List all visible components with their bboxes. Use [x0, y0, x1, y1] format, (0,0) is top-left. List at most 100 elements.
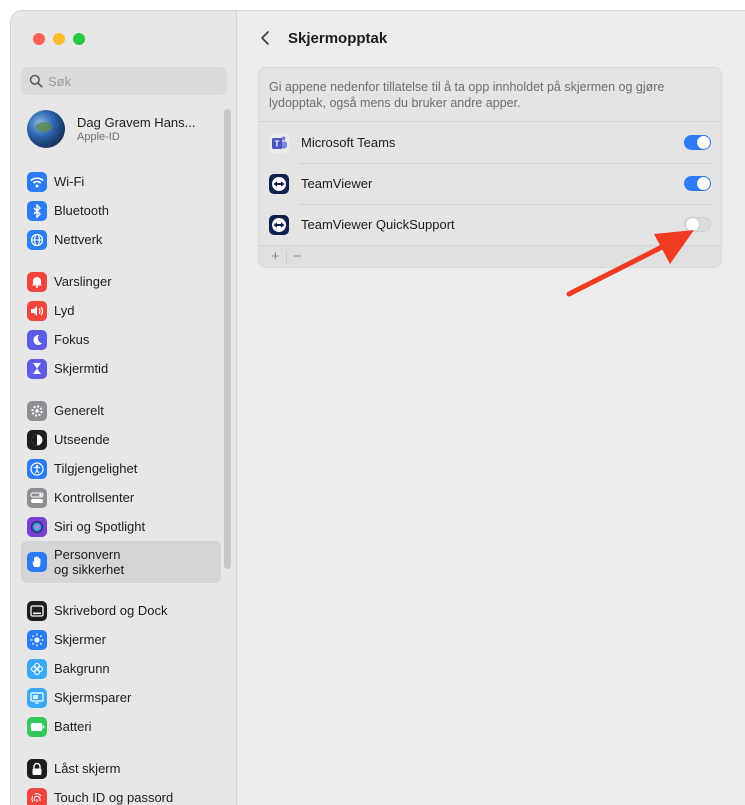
hand-icon — [27, 552, 47, 572]
sidebar-item-siri-og-spotlight[interactable]: Siri og Spotlight — [21, 512, 221, 541]
moon-icon — [27, 329, 47, 350]
app-list: T Microsoft Teams TeamViewer TeamViewer Qui… — [259, 122, 721, 245]
sidebar-item-label: Tilgjengelighet — [54, 461, 138, 476]
sidebar-item-touch-id-og-passord[interactable]: Touch ID og passord — [21, 783, 221, 805]
sidebar-item-label: Touch ID og passord — [54, 790, 174, 805]
sidebar-item-skrivebord-og-dock[interactable]: Skrivebord og Dock — [21, 596, 221, 625]
sidebar-item-tilgjengelighet[interactable]: Tilgjengelighet — [21, 454, 221, 483]
siri-icon — [27, 516, 47, 537]
sidebar-group: Wi-Fi Bluetooth Nettverk — [21, 167, 221, 254]
sidebar-item-label: Utseende — [54, 432, 110, 447]
page-header: Skjermopptak — [258, 29, 387, 47]
settings-window: Dag Gravem Hans... Apple-ID Wi-Fi Bluetoo… — [10, 10, 745, 805]
close-window-button[interactable] — [33, 33, 45, 45]
add-app-button[interactable]: + — [265, 248, 286, 265]
annotation-arrow — [566, 230, 694, 297]
app-name: Microsoft Teams — [301, 135, 396, 150]
sidebar-item-skjermsparer[interactable]: Skjermsparer — [21, 683, 221, 712]
page-title: Skjermopptak — [288, 29, 388, 47]
zoom-window-button[interactable] — [73, 33, 85, 45]
svg-text:T: T — [275, 139, 280, 148]
teamviewer-icon — [269, 173, 289, 194]
sidebar-item-batteri[interactable]: Batteri — [21, 712, 221, 741]
app-name: TeamViewer — [301, 176, 373, 191]
main-pane: Skjermopptak Gi appene nedenfor tillatel… — [238, 11, 745, 805]
minimize-window-button[interactable] — [53, 33, 65, 45]
fingerprint-icon — [27, 787, 47, 805]
panel-description: Gi appene nedenfor tillatelse til å ta o… — [259, 68, 721, 122]
sidebar-group: Generelt Utseende Tilgjengelighet Kontrolls… — [21, 396, 221, 583]
sidebar-item-label: Lyd — [54, 303, 75, 318]
sidebar-item-label: Låst skjerm — [54, 761, 121, 776]
hourglass-icon — [27, 358, 47, 379]
search-field[interactable] — [21, 67, 227, 95]
sidebar-item-label: Batteri — [54, 719, 92, 734]
sidebar-item-personvern[interactable]: Personvern og sikkerhet — [21, 541, 221, 583]
bell-icon — [27, 271, 47, 292]
sidebar-group: Låst skjerm Touch ID og passord — [21, 754, 221, 805]
sidebar-item-label: Personvern og sikkerhet — [54, 547, 125, 577]
sidebar-item-låst-skjerm[interactable]: Låst skjerm — [21, 754, 221, 783]
chevron-left-icon[interactable] — [258, 29, 274, 47]
toggle-knob — [697, 136, 710, 149]
globe-icon — [27, 229, 47, 250]
sidebar-item-label: Fokus — [54, 332, 90, 347]
sidebar-item-wi-fi[interactable]: Wi-Fi — [21, 167, 221, 196]
sidebar-item-label: Nettverk — [54, 232, 103, 247]
sidebar-item-kontrollsenter[interactable]: Kontrollsenter — [21, 483, 221, 512]
permission-toggle[interactable] — [684, 176, 711, 191]
sidebar-item-label: Skjermtid — [54, 361, 109, 376]
sidebar-item-label: Varslinger — [54, 274, 112, 289]
avatar — [27, 110, 65, 148]
lock-icon — [27, 758, 47, 779]
sidebar-item-label: Bluetooth — [54, 203, 109, 218]
sidebar-item-fokus[interactable]: Fokus — [21, 325, 221, 354]
sidebar-item-label: Wi-Fi — [54, 174, 85, 189]
appearance-icon — [27, 429, 47, 450]
gear-icon — [27, 400, 47, 421]
sidebar-item-label: Skjermer — [54, 632, 107, 647]
sidebar: Dag Gravem Hans... Apple-ID Wi-Fi Bluetoo… — [11, 11, 237, 805]
app-row: T Microsoft Teams — [259, 122, 721, 163]
battery-icon — [27, 716, 47, 737]
account-name: Dag Gravem Hans... — [77, 115, 196, 130]
window-controls — [33, 33, 85, 45]
apple-id-account[interactable]: Dag Gravem Hans... Apple-ID — [27, 110, 196, 148]
sidebar-item-varslinger[interactable]: Varslinger — [21, 267, 221, 296]
sidebar-item-label: Generelt — [54, 403, 104, 418]
sidebar-item-skjermer[interactable]: Skjermer — [21, 625, 221, 654]
sidebar-item-label: Siri og Spotlight — [54, 519, 146, 534]
sidebar-item-nettverk[interactable]: Nettverk — [21, 225, 221, 254]
sidebar-nav: Wi-Fi Bluetooth Nettverk Varslinger Lyd Fokus… — [21, 167, 221, 805]
toggle-knob — [697, 177, 710, 190]
teams-icon: T — [269, 132, 289, 153]
screensaver-icon — [27, 687, 47, 708]
sidebar-item-skjermtid[interactable]: Skjermtid — [21, 354, 221, 383]
sidebar-item-label: Kontrollsenter — [54, 490, 135, 505]
sidebar-item-label: Skrivebord og Dock — [54, 603, 168, 618]
sidebar-item-label: Bakgrunn — [54, 661, 110, 676]
search-input[interactable] — [48, 73, 208, 89]
wallpaper-icon — [27, 658, 47, 679]
teamviewer-icon — [269, 214, 289, 235]
sidebar-item-bakgrunn[interactable]: Bakgrunn — [21, 654, 221, 683]
app-row: TeamViewer — [259, 163, 721, 204]
search-icon — [29, 74, 43, 88]
wifi-icon — [27, 171, 47, 192]
accessibility-icon — [27, 458, 47, 479]
sidebar-group: Varslinger Lyd Fokus Skjermtid — [21, 267, 221, 383]
display-icon — [27, 629, 47, 650]
speaker-icon — [27, 300, 47, 321]
sidebar-item-bluetooth[interactable]: Bluetooth — [21, 196, 221, 225]
control-center-icon — [27, 487, 47, 508]
bluetooth-icon — [27, 200, 47, 221]
account-subtitle: Apple-ID — [77, 131, 120, 143]
dock-icon — [27, 600, 47, 621]
permission-toggle[interactable] — [684, 135, 711, 150]
sidebar-item-generelt[interactable]: Generelt — [21, 396, 221, 425]
sidebar-item-utseende[interactable]: Utseende — [21, 425, 221, 454]
sidebar-item-lyd[interactable]: Lyd — [21, 296, 221, 325]
sidebar-scrollbar[interactable] — [224, 109, 231, 569]
sidebar-group: Skrivebord og Dock Skjermer Bakgrunn Skjerm… — [21, 596, 221, 741]
remove-app-button[interactable]: − — [287, 248, 308, 265]
